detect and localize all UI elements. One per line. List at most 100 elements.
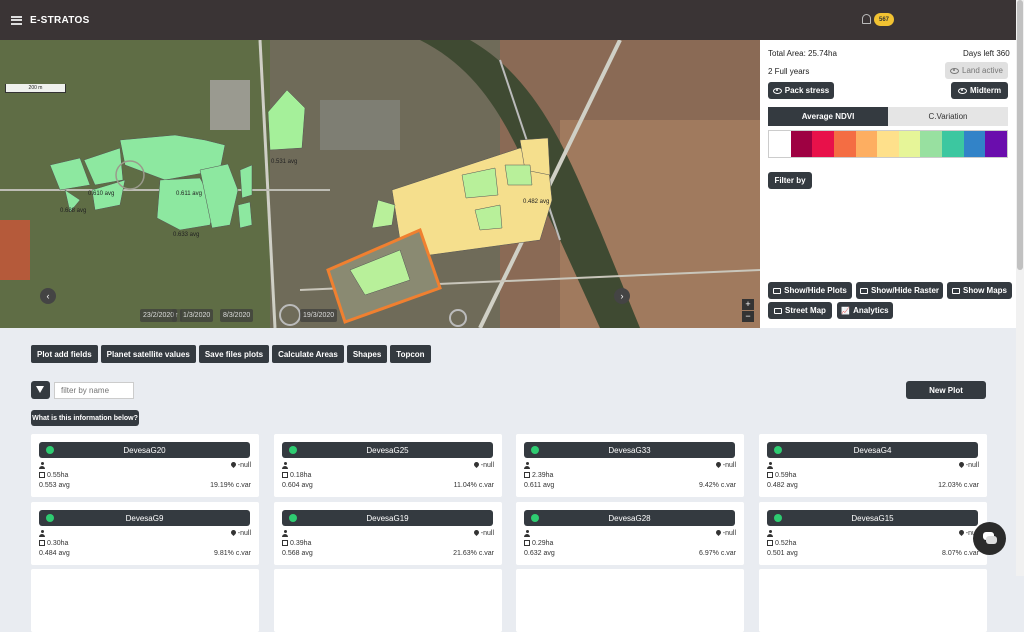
date-chip[interactable]: 8/3/2020 (220, 309, 254, 322)
location-value: -null (480, 530, 494, 537)
zoom-out-button[interactable]: − (742, 311, 754, 322)
plot-location: -null (714, 460, 736, 469)
plot-card[interactable]: DevesaG4 -null 0.59ha 0.482 avg 12.03% c.var (759, 434, 987, 497)
plot-name: DevesaG4 (853, 445, 892, 455)
plot-cvar: 12.03% c.var (938, 482, 979, 489)
location-pin-icon (957, 460, 965, 469)
save-files-plots-button[interactable]: Save files plots (198, 345, 270, 363)
shapes-button[interactable]: Shapes (346, 345, 388, 363)
plot-area: 0.59ha (767, 472, 796, 479)
filter-by-name-input[interactable] (54, 382, 134, 399)
analytics-button[interactable]: 📈 Analytics (837, 302, 893, 319)
plot-card[interactable]: DevesaG15 -null 0.52ha 0.501 avg 8.07% c.var (759, 502, 987, 565)
plot-card[interactable]: DevesaG33 -null 2.39ha 0.611 avg 9.42% c.var (516, 434, 744, 497)
color-scale-step (769, 131, 791, 157)
plot-area: 0.29ha (524, 540, 553, 547)
plot-cvar: 6.97% c.var (699, 550, 736, 557)
calculate-areas-button[interactable]: Calculate Areas (272, 345, 344, 363)
brand-logo: E-STRATOS (30, 14, 90, 26)
show-hide-plots-button[interactable]: Show/Hide Plots (768, 282, 852, 299)
plot-avg: 0.553 avg (39, 482, 70, 489)
planet-satellite-values-button[interactable]: Planet satellite values (100, 345, 196, 363)
land-active-button[interactable]: Land active (945, 62, 1008, 79)
hamburger-menu-icon[interactable] (11, 15, 22, 25)
land-active-label: Land active (962, 66, 1003, 75)
plot-card[interactable] (516, 569, 744, 632)
color-scale-step (812, 131, 834, 157)
area-value: 0.30ha (47, 540, 69, 547)
page-scrollbar[interactable] (1016, 0, 1024, 576)
image-icon (773, 287, 782, 294)
show-maps-label: Show Maps (962, 286, 1007, 295)
bell-icon[interactable] (862, 14, 871, 24)
pack-stress-button[interactable]: Pack stress (768, 82, 834, 99)
plot-location: -null (957, 460, 979, 469)
plot-cvar: 21.63% c.var (453, 550, 494, 557)
color-scale-step (985, 131, 1008, 157)
plot-area: 0.18ha (282, 472, 311, 479)
scrollbar-thumb[interactable] (1017, 0, 1023, 270)
plot-cvar: 8.07% c.var (942, 550, 979, 557)
date-chip[interactable]: 1/3/2020 (180, 309, 214, 322)
map-prev-date-button[interactable]: ‹ (40, 288, 56, 304)
plot-avg: 0.604 avg (282, 482, 313, 489)
area-icon (282, 472, 288, 478)
area-icon (524, 540, 530, 546)
location-pin-icon (714, 460, 722, 469)
plot-label: 0.610 avg (88, 191, 115, 197)
plot-avg: 0.568 avg (282, 550, 313, 557)
plot-card-header[interactable]: DevesaG25 (282, 442, 493, 458)
midterm-button[interactable]: Midterm (951, 82, 1008, 99)
plot-card[interactable]: DevesaG20 -null 0.55ha 0.553 avg 19.19% c.va… (31, 434, 259, 497)
plot-name: DevesaG20 (123, 445, 166, 455)
notification-badge[interactable]: 567 (874, 13, 894, 26)
filter-by-button[interactable]: Filter by (768, 172, 812, 189)
plot-card-header[interactable]: DevesaG20 (39, 442, 250, 458)
color-scale-step (855, 131, 878, 157)
plot-card[interactable]: DevesaG28 -null 0.29ha 0.632 avg 6.97% c.var (516, 502, 744, 565)
pack-stress-label: Pack stress (784, 86, 830, 95)
plot-card[interactable] (31, 569, 259, 632)
tab-average-ndvi[interactable]: Average NDVI (768, 107, 888, 126)
plot-location: -null (472, 460, 494, 469)
plot-area: 0.52ha (767, 540, 796, 547)
area-icon (39, 472, 45, 478)
area-icon (767, 540, 773, 546)
topcon-button[interactable]: Topcon (390, 345, 431, 363)
new-plot-button[interactable]: New Plot (906, 381, 986, 399)
location-pin-icon (472, 460, 480, 469)
area-value: 2.39ha (532, 472, 554, 479)
zoom-in-button[interactable]: + (742, 299, 754, 310)
plot-area: 0.30ha (39, 540, 68, 547)
info-help-button[interactable]: What is this information below? (31, 410, 139, 426)
date-chip[interactable]: 19/3/2020 (300, 309, 338, 322)
tab-c-variation[interactable]: C.Variation (888, 107, 1008, 126)
location-value: -null (237, 462, 251, 469)
plot-card[interactable] (759, 569, 987, 632)
plot-card-header[interactable]: DevesaG4 (767, 442, 978, 458)
map-next-date-button[interactable]: › (614, 288, 630, 304)
chat-bubble-icon[interactable] (973, 522, 1006, 555)
plot-card-header[interactable]: DevesaG15 (767, 510, 978, 526)
location-pin-icon (714, 528, 722, 537)
plot-area: 0.39ha (282, 540, 311, 547)
plot-card[interactable]: DevesaG9 -null 0.30ha 0.484 avg 9.81% c.var (31, 502, 259, 565)
plot-card-header[interactable]: DevesaG33 (524, 442, 735, 458)
plot-add-fields-button[interactable]: Plot add fields (31, 345, 98, 363)
area-icon (767, 472, 773, 478)
plot-label: 0.482 avg (523, 199, 550, 205)
show-hide-raster-button[interactable]: Show/Hide Raster (856, 282, 943, 299)
street-map-button[interactable]: Street Map (768, 302, 832, 319)
location-value: -null (722, 530, 736, 537)
status-dot (46, 514, 54, 522)
plot-card-header[interactable]: DevesaG19 (282, 510, 493, 526)
plot-card[interactable] (274, 569, 502, 632)
show-maps-button[interactable]: Show Maps (947, 282, 1012, 299)
filter-icon[interactable] (31, 381, 50, 399)
plot-card-header[interactable]: DevesaG9 (39, 510, 250, 526)
plot-card[interactable]: DevesaG19 -null 0.39ha 0.568 avg 21.63% c.va… (274, 502, 502, 565)
plot-card-header[interactable]: DevesaG28 (524, 510, 735, 526)
plot-cvar: 9.81% c.var (214, 550, 251, 557)
plot-card[interactable]: DevesaG25 -null 0.18ha 0.604 avg 11.04% c.va… (274, 434, 502, 497)
satellite-map[interactable]: 200 m 0.531 avg 0.610 avg 0.611 avg 0.68… (0, 40, 760, 328)
